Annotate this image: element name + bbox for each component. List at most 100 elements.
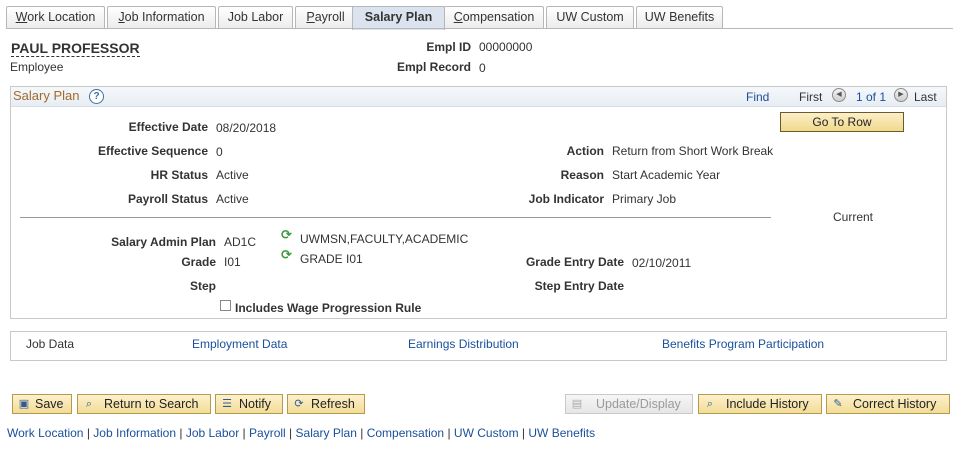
salary-admin-plan-value: AD1C [224,235,257,249]
tab-mnemonic: C [453,10,463,24]
empl-record-value: 0 [479,61,486,75]
tab-mnemonic: P [306,10,315,24]
employee-role: Employee [10,60,64,74]
search-icon: ⌕ [85,398,93,410]
save-button-label: Save [35,397,64,411]
current-indicator: Current [833,210,874,224]
correct-history-button[interactable]: ✎ Correct History [826,394,950,414]
return-to-search-button[interactable]: ⌕ Return to Search [77,394,211,414]
empl-id-value: 00000000 [479,40,533,54]
tab-compensation[interactable]: Compensation [444,6,544,29]
go-to-row-button[interactable]: Go To Row [780,112,904,132]
tabs-divider [6,28,953,29]
wage-progression-label: Includes Wage Progression Rule [235,301,422,315]
footer-link-work-location[interactable]: Work Location [7,426,83,440]
tab-uw-benefits[interactable]: UW Benefits [636,6,723,29]
tab-label: UW Benefits [644,10,715,24]
row-count: 1 of 1 [856,90,887,104]
job-data-label: Job Data [26,337,75,351]
footer-link-salary-plan[interactable]: Salary Plan [296,426,357,440]
salary-admin-plan-label: Salary Admin Plan [111,235,216,249]
tab-label: ompensation [462,10,535,24]
payroll-status-label: Payroll Status [127,192,208,206]
footer-links: Work Location | Job Information | Job La… [7,426,595,440]
step-entry-date-label: Step Entry Date [534,279,624,293]
salary-plan-title: Salary Plan [13,88,80,103]
correct-history-icon: ✎ [833,398,843,410]
footer-link-job-information[interactable]: Job Information [93,426,176,440]
reason-value: Start Academic Year [612,168,721,182]
footer-separator: | [179,426,183,440]
wage-progression-checkbox[interactable] [220,300,231,311]
save-icon: ▣ [18,398,30,410]
hr-status-label: HR Status [150,168,208,182]
grade-description: GRADE I01 [300,252,363,266]
benefits-program-link[interactable]: Benefits Program Participation [662,337,824,351]
footer-link-compensation[interactable]: Compensation [367,426,444,440]
tab-job-information[interactable]: Job Information [107,6,216,29]
empl-id-label: Empl ID [426,40,471,54]
action-value: Return from Short Work Break [612,144,774,158]
refresh-icon[interactable]: ⟳ [281,247,292,263]
effective-sequence-value: 0 [216,145,223,159]
earnings-distribution-link[interactable]: Earnings Distribution [408,337,519,351]
employment-data-link[interactable]: Employment Data [192,337,287,351]
tab-label: Job Labor [227,10,284,24]
tab-salary-plan[interactable]: Salary Plan [352,6,445,30]
find-link[interactable]: Find [746,90,769,104]
action-label: Action [566,144,604,158]
correct-history-label: Correct History [853,397,937,411]
refresh-icon[interactable]: ⟳ [281,227,292,243]
first-label: First [799,90,823,104]
notify-label: Notify [239,397,271,411]
update-display-button[interactable]: ▤ Update/Display [565,394,693,414]
footer-separator: | [360,426,364,440]
update-display-icon: ▤ [571,398,583,410]
effective-sequence-label: Effective Sequence [97,144,208,158]
tab-uw-custom[interactable]: UW Custom [546,6,634,29]
tab-payroll[interactable]: Payroll [295,6,356,29]
footer-separator: | [289,426,293,440]
footer-separator: | [447,426,451,440]
notify-button[interactable]: ☰ Notify [215,394,283,414]
hr-status-value: Active [216,168,249,182]
job-indicator-label: Job Indicator [528,192,604,206]
grade-label: Grade [181,255,216,269]
previous-row-icon[interactable]: ◀ [832,88,846,102]
include-history-icon: ⌕ [706,398,714,410]
include-history-button[interactable]: ⌕ Include History [698,394,822,414]
footer-link-payroll[interactable]: Payroll [249,426,286,440]
refresh-icon: ⟳ [294,398,304,410]
include-history-label: Include History [726,397,809,411]
footer-separator: | [521,426,526,440]
footer-separator: | [242,426,246,440]
reason-label: Reason [560,168,604,182]
tab-work-location[interactable]: Work Location [6,6,105,29]
update-display-label: Update/Display [596,397,681,411]
employee-name: PAUL PROFESSOR [11,40,140,57]
job-indicator-value: Primary Job [612,192,677,206]
grade-entry-date-value: 02/10/2011 [632,256,692,270]
effective-date-value: 08/20/2018 [216,121,277,135]
effective-date-label: Effective Date [128,120,208,134]
return-to-search-label: Return to Search [104,397,199,411]
next-row-icon[interactable]: ▶ [894,88,908,102]
help-icon[interactable]: ? [89,89,104,104]
step-label: Step [189,279,216,293]
footer-link-uw-custom[interactable]: UW Custom [454,426,519,440]
last-label: Last [914,90,937,104]
footer-link-job-labor[interactable]: Job Labor [186,426,239,440]
refresh-button[interactable]: ⟳ Refresh [287,394,365,414]
tab-label: ob Information [124,10,205,24]
footer-link-uw-benefits[interactable]: UW Benefits [528,426,595,440]
tab-label: Salary Plan [364,10,433,24]
footer-separator: | [86,426,90,440]
empl-record-label: Empl Record [396,60,471,74]
tab-mnemonic: W [15,10,28,24]
section-separator [20,217,771,218]
save-button[interactable]: ▣ Save [12,394,72,414]
tab-label: UW Custom [556,10,624,24]
tab-job-labor[interactable]: Job Labor [218,6,293,29]
notify-icon: ☰ [222,398,232,410]
refresh-label: Refresh [311,397,355,411]
